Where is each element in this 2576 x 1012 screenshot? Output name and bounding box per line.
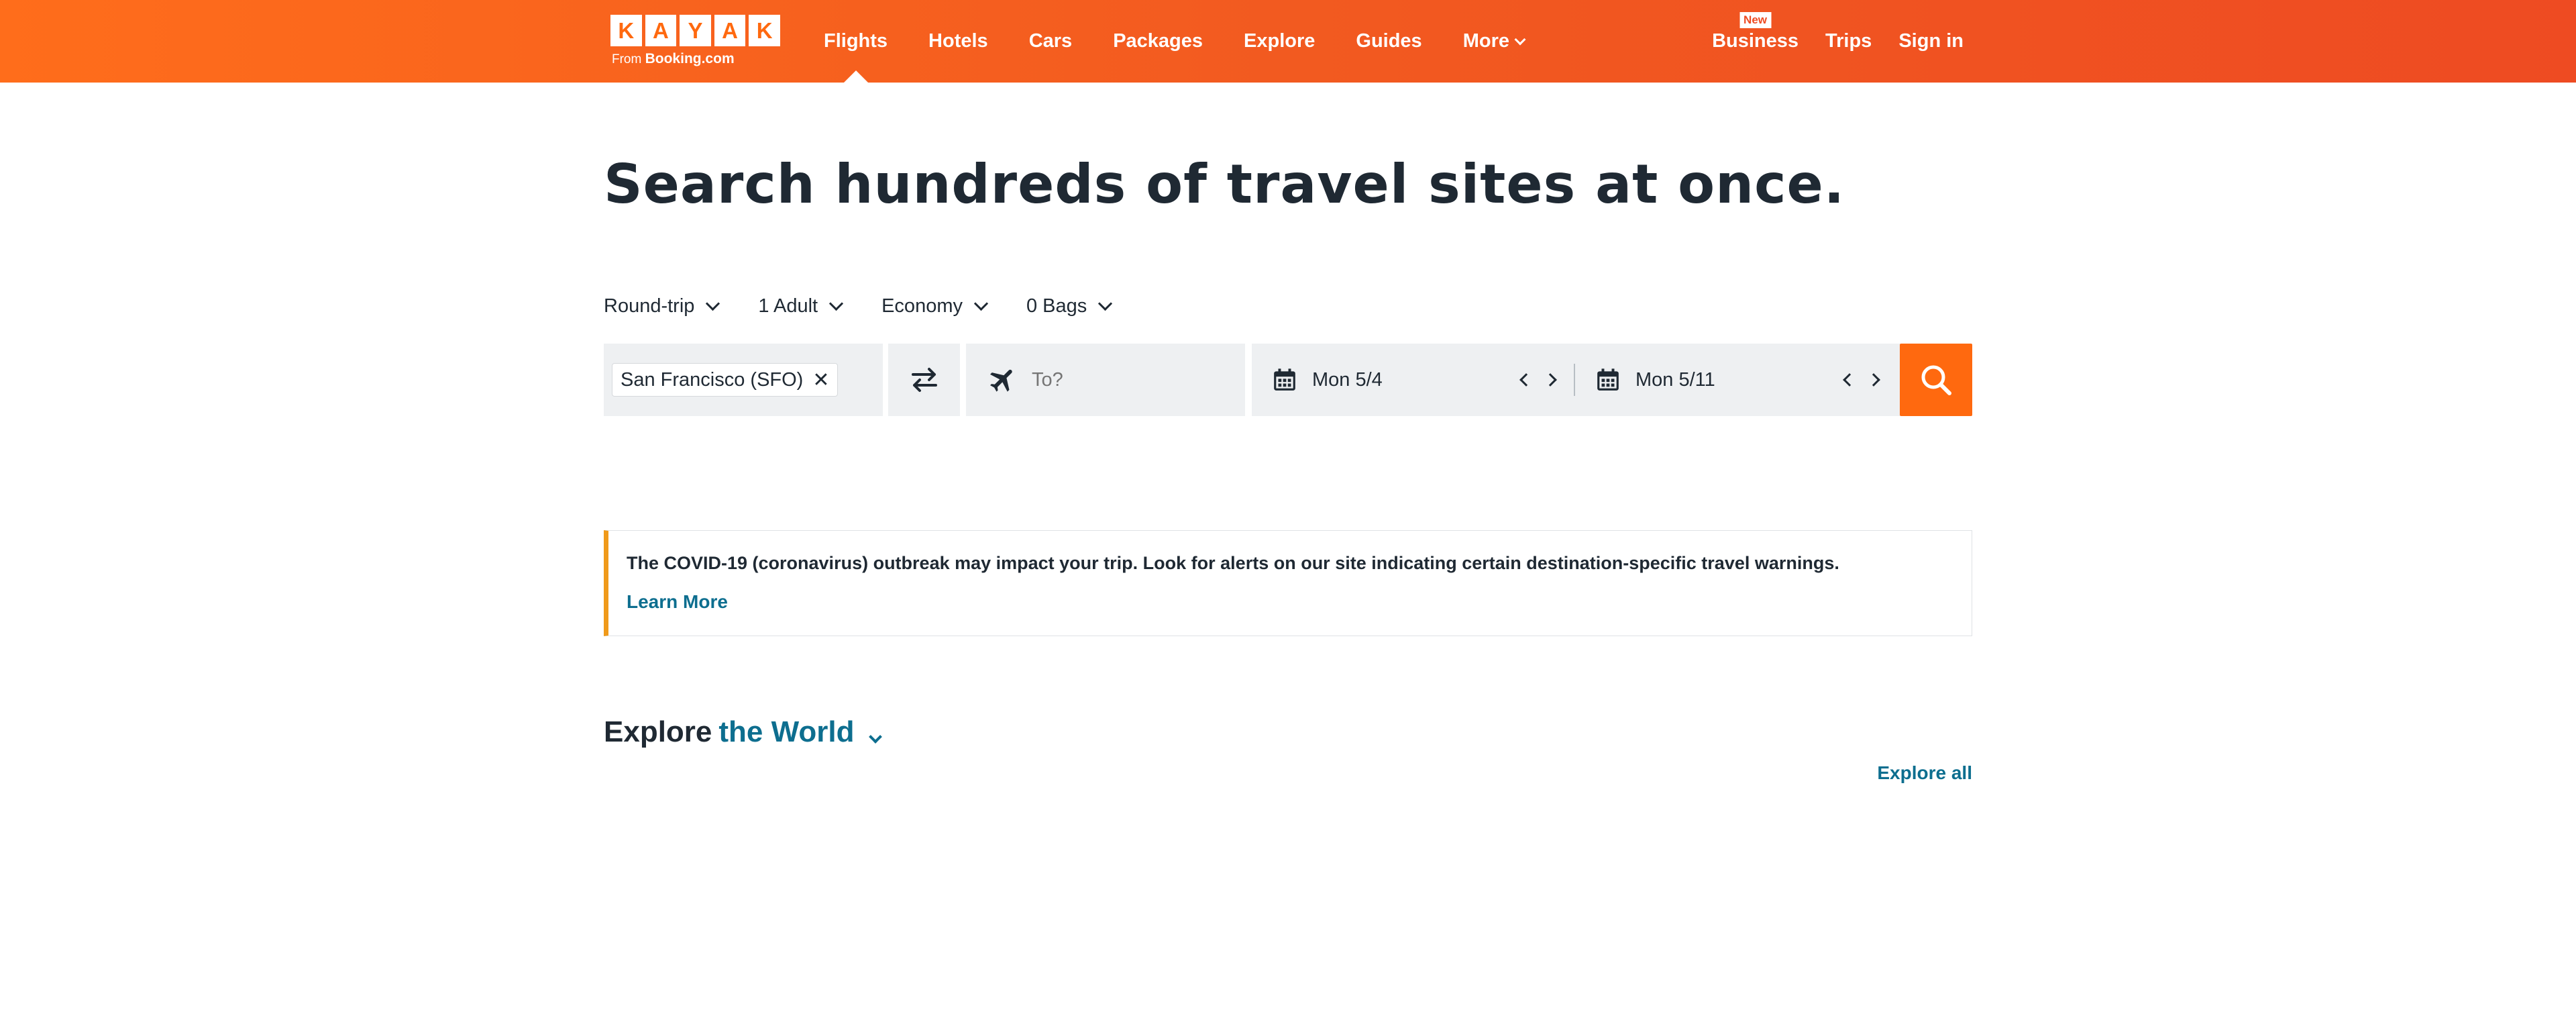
bags-dropdown[interactable]: 0 Bags [1026,295,1113,317]
bags-label: 0 Bags [1026,295,1087,317]
nav-flights[interactable]: Flights [824,0,888,83]
close-icon[interactable]: ✕ [812,368,829,392]
return-date-label: Mon 5/11 [1635,368,1715,391]
chevron-down-icon [1098,296,1113,311]
new-badge: New [1739,12,1772,28]
nav-guides[interactable]: Guides [1356,0,1421,83]
nav-more[interactable]: More [1462,0,1526,83]
explore-region-selector[interactable]: the World [718,715,882,749]
nav-sign-in[interactable]: Sign in [1898,0,1964,83]
origin-chip: San Francisco (SFO) ✕ [612,363,839,397]
covid-notice: The COVID-19 (coronavirus) outbreak may … [604,530,1972,636]
nav-packages[interactable]: Packages [1113,0,1203,83]
nav-business-label: Business [1712,30,1799,52]
logo-from: From [612,52,642,66]
trip-type-dropdown[interactable]: Round-trip [604,295,720,317]
chevron-left-icon[interactable] [1519,373,1533,387]
account-nav: New Business Trips Sign in [1685,0,1964,83]
logo-letter: K [610,15,642,46]
swap-button[interactable] [888,344,960,416]
cabin-class-dropdown[interactable]: Economy [881,295,989,317]
return-date-stepper [1843,344,1880,416]
travelers-dropdown[interactable]: 1 Adult [758,295,844,317]
nav-cars[interactable]: Cars [1029,0,1073,83]
trip-type-label: Round-trip [604,295,695,317]
origin-field[interactable]: San Francisco (SFO) ✕ [604,344,883,416]
swap-icon [911,368,937,392]
chevron-right-icon[interactable] [1867,373,1880,387]
search-button[interactable] [1900,344,1972,416]
search-icon [1921,365,1951,395]
destination-field[interactable] [966,344,1245,416]
chevron-right-icon[interactable] [1544,373,1557,387]
chevron-down-icon [973,296,989,311]
explore-heading: Explore the World [604,715,882,749]
calendar-icon [1597,368,1619,391]
calendar-icon [1274,368,1295,391]
search-options: Round-trip 1 Adult Economy 0 Bags [604,295,1150,317]
depart-date[interactable]: Mon 5/4 [1252,344,1574,416]
explore-region-label: the World [718,715,855,748]
main-nav: Flights Hotels Cars Packages Explore Gui… [824,0,1565,83]
chevron-down-icon [706,296,720,311]
logo-brand: Booking.com [645,51,735,66]
learn-more-link[interactable]: Learn More [627,591,728,613]
depart-date-label: Mon 5/4 [1312,368,1383,391]
dates-field: Mon 5/4 Mon 5/11 [1252,344,1900,416]
top-header: K A Y A K From Booking.com Flights Hotel… [0,0,2576,83]
logo-letter: Y [680,15,711,46]
page-title: Search hundreds of travel sites at once. [604,153,1845,215]
logo-subtitle: From Booking.com [612,51,780,67]
logo-letter: A [714,15,746,46]
nav-trips[interactable]: Trips [1825,0,1872,83]
destination-input[interactable] [1032,368,1233,391]
travelers-label: 1 Adult [758,295,818,317]
chevron-down-icon [1514,34,1526,45]
return-date[interactable]: Mon 5/11 [1575,344,1897,416]
chevron-left-icon[interactable] [1843,373,1856,387]
nav-explore[interactable]: Explore [1244,0,1315,83]
kayak-logo[interactable]: K A Y A K From Booking.com [610,15,780,67]
chevron-down-icon [868,730,882,744]
cabin-class-label: Economy [881,295,963,317]
logo-letter: A [645,15,677,46]
nav-more-label: More [1462,30,1509,52]
explore-all-link[interactable]: Explore all [1877,762,1972,784]
logo-letter: K [749,15,780,46]
nav-business[interactable]: New Business [1712,0,1799,83]
plane-icon [990,369,1012,392]
explore-title-prefix: Explore [604,715,712,748]
flight-search-form: San Francisco (SFO) ✕ To? Mon 5/4 Mon 5/… [604,344,1972,416]
nav-hotels[interactable]: Hotels [928,0,988,83]
depart-date-stepper [1519,344,1557,416]
notice-text: The COVID-19 (coronavirus) outbreak may … [627,553,1839,573]
logo-letters: K A Y A K [610,15,780,46]
origin-chip-label: San Francisco (SFO) [621,368,804,391]
chevron-down-icon [828,296,844,311]
